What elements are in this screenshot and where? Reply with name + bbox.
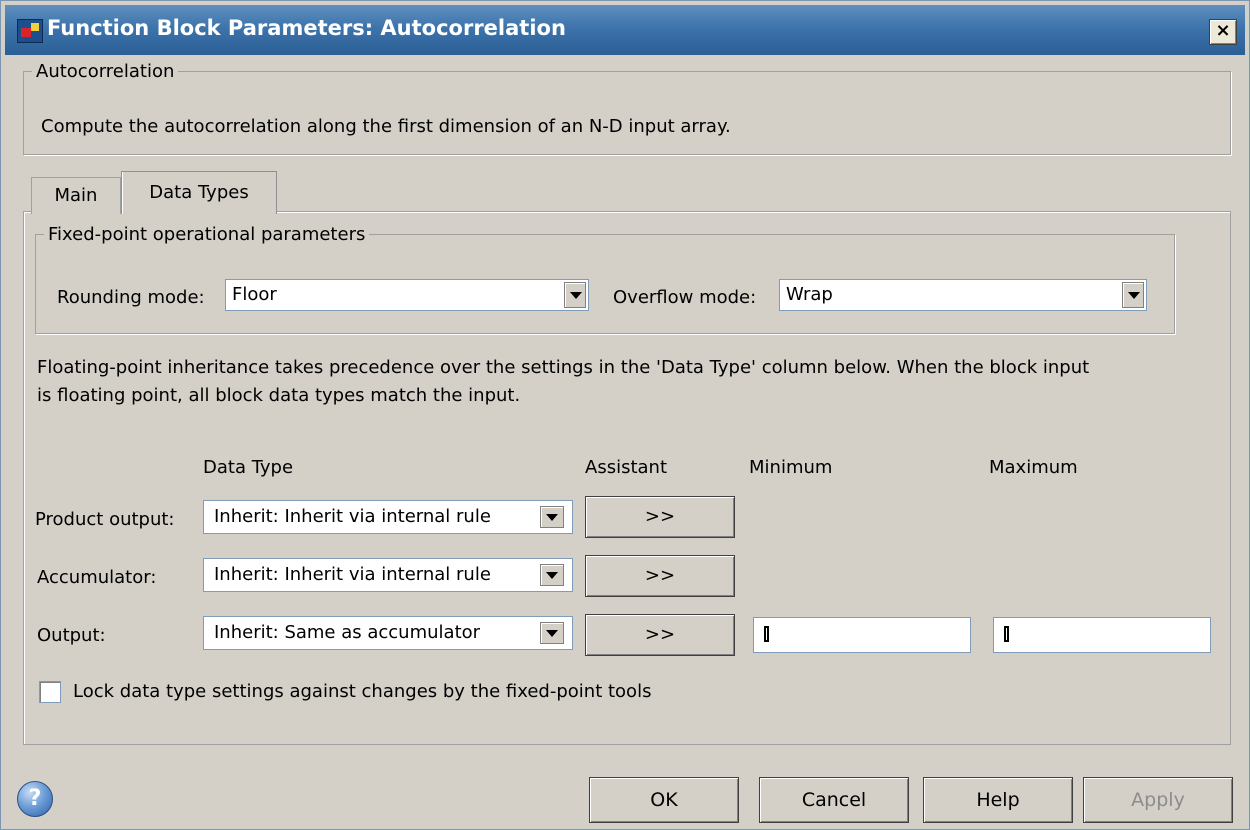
row-label-product-output: Product output: bbox=[35, 509, 175, 530]
product-output-assistant-button[interactable]: >> bbox=[585, 496, 735, 538]
column-header-data-type: Data Type bbox=[203, 457, 294, 478]
column-header-maximum: Maximum bbox=[989, 457, 1078, 478]
row-label-accumulator: Accumulator: bbox=[37, 567, 157, 588]
inheritance-note-line1: Floating-point inheritance takes precede… bbox=[37, 357, 1090, 378]
help-question-icon[interactable]: ? bbox=[17, 781, 53, 817]
help-button[interactable]: Help bbox=[923, 777, 1073, 823]
lock-data-types-label[interactable]: Lock data type settings against changes … bbox=[73, 681, 651, 702]
apply-button[interactable]: Apply bbox=[1083, 777, 1233, 823]
overflow-mode-select[interactable]: Wrap bbox=[779, 279, 1147, 311]
output-data-type-value: Inherit: Same as accumulator bbox=[214, 622, 481, 643]
cancel-button[interactable]: Cancel bbox=[759, 777, 909, 823]
title-bar[interactable]: Function Block Parameters: Autocorrelati… bbox=[5, 5, 1245, 55]
column-header-assistant: Assistant bbox=[585, 457, 668, 478]
output-maximum-input[interactable] bbox=[993, 617, 1211, 653]
description-group: Autocorrelation bbox=[23, 61, 1231, 155]
fixed-point-group-label: Fixed-point operational parameters bbox=[48, 224, 366, 245]
rounding-mode-value: Floor bbox=[232, 284, 277, 305]
accumulator-data-type-select[interactable]: Inherit: Inherit via internal rule bbox=[203, 558, 573, 592]
inheritance-note-line2: is floating point, all block data types … bbox=[37, 385, 521, 406]
column-header-minimum: Minimum bbox=[749, 457, 833, 478]
chevron-down-icon[interactable] bbox=[540, 564, 564, 586]
lock-data-types-checkbox[interactable] bbox=[39, 681, 61, 703]
ok-button[interactable]: OK bbox=[589, 777, 739, 823]
row-label-output: Output: bbox=[37, 625, 106, 646]
output-maximum-value bbox=[1004, 626, 1009, 642]
accumulator-data-type-value: Inherit: Inherit via internal rule bbox=[214, 564, 491, 585]
rounding-mode-select[interactable]: Floor bbox=[225, 279, 589, 311]
block-description: Compute the autocorrelation along the fi… bbox=[41, 116, 731, 137]
product-output-data-type-select[interactable]: Inherit: Inherit via internal rule bbox=[203, 500, 573, 534]
description-group-label: Autocorrelation bbox=[36, 61, 175, 82]
output-data-type-select[interactable]: Inherit: Same as accumulator bbox=[203, 616, 573, 650]
overflow-mode-value: Wrap bbox=[786, 284, 833, 305]
dialog-window: Function Block Parameters: Autocorrelati… bbox=[0, 0, 1250, 830]
chevron-down-icon[interactable] bbox=[540, 622, 564, 644]
simulink-block-icon bbox=[17, 19, 43, 43]
rounding-mode-label: Rounding mode: bbox=[57, 287, 205, 308]
window-title: Function Block Parameters: Autocorrelati… bbox=[47, 16, 566, 40]
tab-main[interactable]: Main bbox=[31, 177, 121, 214]
close-button[interactable]: × bbox=[1209, 19, 1237, 45]
overflow-mode-label: Overflow mode: bbox=[613, 287, 757, 308]
chevron-down-icon[interactable] bbox=[540, 506, 564, 528]
output-minimum-input[interactable] bbox=[753, 617, 971, 653]
chevron-down-icon[interactable] bbox=[564, 282, 586, 308]
output-minimum-value bbox=[764, 626, 769, 642]
tab-data-types[interactable]: Data Types bbox=[121, 171, 277, 214]
output-assistant-button[interactable]: >> bbox=[585, 614, 735, 656]
accumulator-assistant-button[interactable]: >> bbox=[585, 555, 735, 597]
chevron-down-icon[interactable] bbox=[1122, 282, 1144, 308]
product-output-data-type-value: Inherit: Inherit via internal rule bbox=[214, 506, 491, 527]
